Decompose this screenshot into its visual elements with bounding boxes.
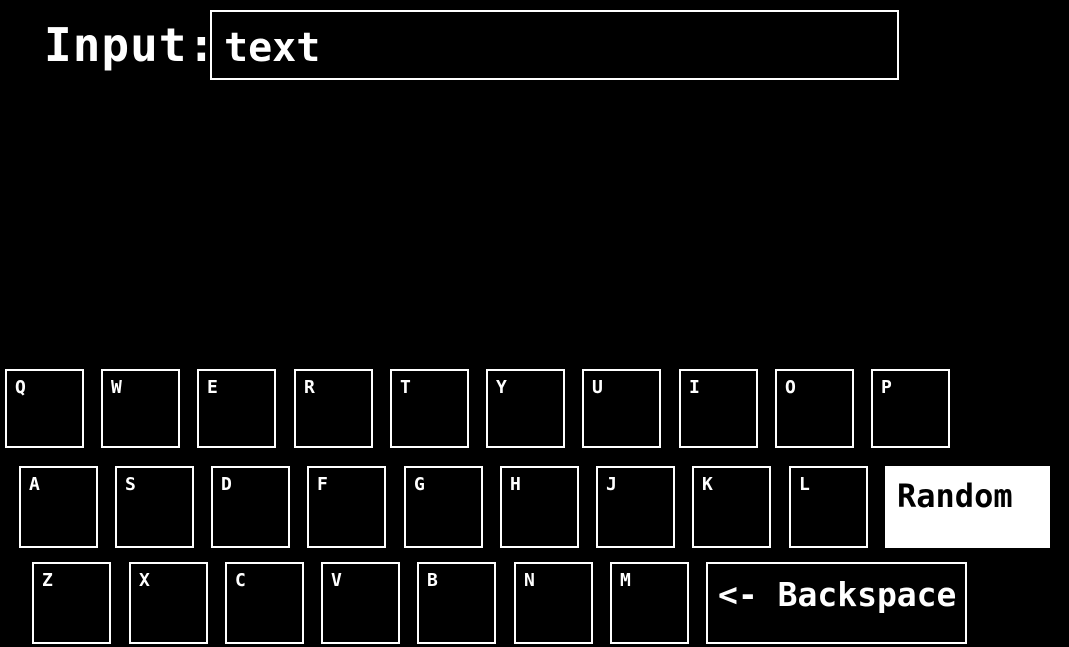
key-label: M	[620, 570, 631, 591]
key-g[interactable]: G	[404, 466, 483, 548]
key-label: C	[235, 570, 246, 591]
key-h[interactable]: H	[500, 466, 579, 548]
key-label: D	[221, 474, 232, 495]
key-i[interactable]: I	[679, 369, 758, 448]
key-j[interactable]: J	[596, 466, 675, 548]
key-label: T	[400, 377, 411, 398]
key-label: F	[317, 474, 328, 495]
key-q[interactable]: Q	[5, 369, 84, 448]
key-label: A	[29, 474, 40, 495]
key-label: J	[606, 474, 617, 495]
key-y[interactable]: Y	[486, 369, 565, 448]
key-r[interactable]: R	[294, 369, 373, 448]
backspace-button[interactable]: <- Backspace	[706, 562, 967, 644]
key-z[interactable]: Z	[32, 562, 111, 644]
key-a[interactable]: A	[19, 466, 98, 548]
key-u[interactable]: U	[582, 369, 661, 448]
key-p[interactable]: P	[871, 369, 950, 448]
key-label: B	[427, 570, 438, 591]
key-t[interactable]: T	[390, 369, 469, 448]
key-label: L	[799, 474, 810, 495]
key-label: N	[524, 570, 535, 591]
key-label: P	[881, 377, 892, 398]
input-label: Input:	[44, 18, 217, 72]
key-label: I	[689, 377, 700, 398]
key-label: W	[111, 377, 122, 398]
key-m[interactable]: M	[610, 562, 689, 644]
backspace-button-label: <- Backspace	[718, 575, 957, 614]
key-label: R	[304, 377, 315, 398]
key-o[interactable]: O	[775, 369, 854, 448]
key-w[interactable]: W	[101, 369, 180, 448]
key-label: O	[785, 377, 796, 398]
key-label: X	[139, 570, 150, 591]
key-d[interactable]: D	[211, 466, 290, 548]
key-label: V	[331, 570, 342, 591]
key-e[interactable]: E	[197, 369, 276, 448]
key-label: H	[510, 474, 521, 495]
key-v[interactable]: V	[321, 562, 400, 644]
key-label: Y	[496, 377, 507, 398]
key-label: G	[414, 474, 425, 495]
key-b[interactable]: B	[417, 562, 496, 644]
key-l[interactable]: L	[789, 466, 868, 548]
key-k[interactable]: K	[692, 466, 771, 548]
key-label: U	[592, 377, 603, 398]
random-button[interactable]: Random	[885, 466, 1050, 548]
input-value: text	[224, 25, 321, 71]
key-s[interactable]: S	[115, 466, 194, 548]
key-x[interactable]: X	[129, 562, 208, 644]
random-button-label: Random	[897, 477, 1013, 515]
key-label: E	[207, 377, 218, 398]
key-f[interactable]: F	[307, 466, 386, 548]
key-label: Q	[15, 377, 26, 398]
key-label: K	[702, 474, 713, 495]
input-field[interactable]: text	[210, 10, 899, 80]
key-c[interactable]: C	[225, 562, 304, 644]
key-label: S	[125, 474, 136, 495]
key-label: Z	[42, 570, 53, 591]
key-n[interactable]: N	[514, 562, 593, 644]
